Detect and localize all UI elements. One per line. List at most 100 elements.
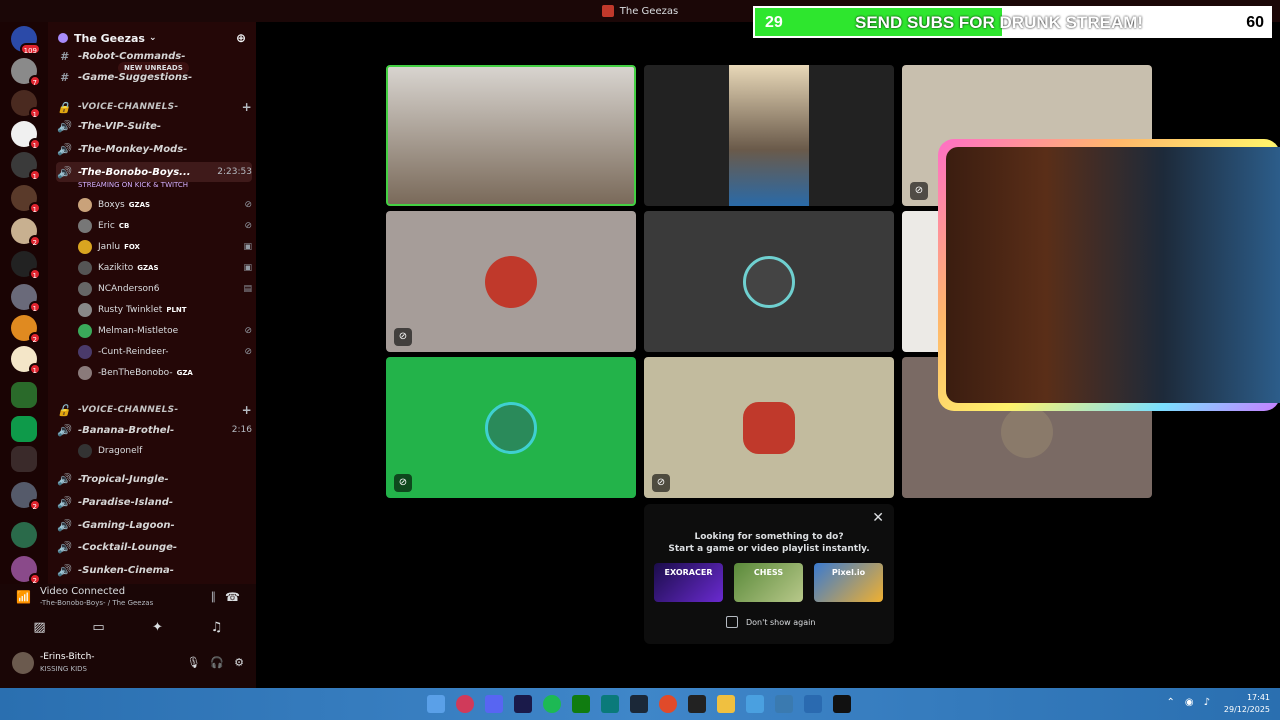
activity-card[interactable]: Pixel.io: [814, 563, 883, 602]
video-tile[interactable]: [644, 211, 894, 352]
kick-server-icon[interactable]: [11, 416, 37, 442]
voice-member[interactable]: NCAnderson6 ▤: [78, 279, 252, 299]
current-user[interactable]: -Erins-Bitch- KISSING KIDS 🎙 🎧 ⚙: [10, 648, 246, 678]
disconnect-icon[interactable]: ☎: [225, 590, 240, 604]
chevron-up-icon[interactable]: ⌃: [1166, 697, 1174, 708]
muted-icon: ⊘: [394, 474, 412, 492]
add-channel-icon[interactable]: +: [242, 100, 252, 114]
channel-name: -Robot-Commands-: [78, 50, 186, 62]
premiere-icon[interactable]: [514, 695, 532, 713]
category-voice-2[interactable]: 🔓 -VOICE-CHANNELS- +: [56, 400, 252, 420]
server-icon[interactable]: [11, 446, 37, 472]
voice-channel[interactable]: 🔊 -Paradise-Island-: [56, 492, 252, 512]
spotify-icon[interactable]: [543, 695, 561, 713]
text-channel[interactable]: # -Game-Suggestions-: [56, 67, 252, 87]
add-channel-icon[interactable]: +: [242, 403, 252, 417]
file-explorer-icon[interactable]: [717, 695, 735, 713]
invite-icon[interactable]: ⊕: [236, 31, 246, 45]
voice-member[interactable]: Kazikito GZAS ▣: [78, 258, 252, 278]
member-name: -Cunt-Reindeer-: [98, 347, 169, 357]
category-name: -VOICE-CHANNELS-: [78, 102, 179, 112]
activities-icon[interactable]: ✦: [144, 620, 172, 635]
audio-controls: 🎙 🎧 ⚙: [186, 656, 244, 669]
checkbox[interactable]: [726, 616, 738, 628]
voice-channel[interactable]: 🔊 -The-VIP-Suite-: [56, 116, 252, 136]
app-icon[interactable]: [804, 695, 822, 713]
camera-off-icon[interactable]: ▨: [26, 620, 54, 635]
activity-name: EXORACER: [664, 568, 713, 577]
voice-member[interactable]: -BenTheBonobo- GZA: [78, 363, 252, 383]
discord-icon[interactable]: [485, 695, 503, 713]
server-icon[interactable]: 1: [11, 90, 41, 119]
wifi-icon[interactable]: ◉: [1185, 697, 1194, 708]
voice-member[interactable]: Dragonelf: [78, 441, 252, 461]
dont-show-again[interactable]: Don't show again: [726, 616, 815, 628]
mic-icon[interactable]: 🎙: [186, 656, 200, 669]
server-icon[interactable]: 1: [11, 152, 41, 181]
soundboard-icon[interactable]: ♫: [203, 620, 231, 635]
epic-games-icon[interactable]: [688, 695, 706, 713]
channel-name: -Game-Suggestions-: [78, 71, 193, 83]
webcam-feed: [946, 147, 1280, 403]
voice-channel[interactable]: 🔊 -Tropical-Jungle-: [56, 469, 252, 489]
server-icon-home[interactable]: 109: [11, 26, 41, 55]
unread-badge: 1: [28, 169, 41, 181]
server-icon[interactable]: 2: [11, 556, 41, 585]
server-icon[interactable]: [11, 522, 37, 548]
xbox-icon[interactable]: [572, 695, 590, 713]
voice-actions: ▨ ▭ ✦ ♫: [10, 614, 246, 640]
server-icon[interactable]: 2: [11, 315, 41, 344]
voice-member[interactable]: Janlu FOX ▣: [78, 237, 252, 257]
server-icon[interactable]: 1: [11, 121, 41, 150]
screen-share-icon[interactable]: ▭: [85, 620, 113, 635]
voice-member[interactable]: Rusty Twinklet PLNT: [78, 300, 252, 320]
voice-member[interactable]: Boxys GZAS ⊘: [78, 195, 252, 215]
steam-icon[interactable]: [630, 695, 648, 713]
opera-icon[interactable]: [456, 695, 474, 713]
server-icon[interactable]: 1: [11, 185, 41, 214]
server-icon[interactable]: 7: [11, 58, 41, 87]
video-tile[interactable]: [386, 65, 636, 206]
voice-channel-active[interactable]: 🔊 -The-Bonobo-Boys... 2:23:53: [56, 162, 252, 182]
video-tile[interactable]: [644, 65, 894, 206]
muted-icon: ⊘: [244, 326, 252, 336]
store-icon[interactable]: [601, 695, 619, 713]
speaker-icon[interactable]: ♪: [1204, 697, 1210, 708]
voice-channel[interactable]: 🔊 -The-Monkey-Mods-: [56, 139, 252, 159]
server-icon[interactable]: [11, 382, 37, 408]
server-icon[interactable]: 1: [11, 284, 41, 313]
start-icon[interactable]: [427, 695, 445, 713]
unlock-icon: 🔓: [57, 403, 71, 417]
voice-member[interactable]: Melman-Mistletoe ⊘: [78, 321, 252, 341]
server-icon[interactable]: 2: [11, 482, 41, 511]
speaker-icon: 🔊: [57, 142, 71, 156]
server-icon[interactable]: 1: [11, 251, 41, 280]
game-launcher-icon[interactable]: [659, 695, 677, 713]
gear-icon[interactable]: ⚙: [234, 656, 244, 669]
category-voice-1[interactable]: 🔒 -VOICE-CHANNELS- +: [56, 97, 252, 117]
voice-status[interactable]: Video Connected: [40, 586, 125, 597]
close-icon[interactable]: ✕: [872, 510, 884, 526]
voice-channel[interactable]: 🔊 -Cocktail-Lounge-: [56, 537, 252, 557]
voice-channel[interactable]: 🔊 -Sunken-Cinema-: [56, 560, 252, 580]
server-icon[interactable]: 1: [11, 346, 41, 375]
headphones-icon[interactable]: 🎧: [210, 656, 224, 669]
kick-icon[interactable]: [833, 695, 851, 713]
clock[interactable]: 17:41 29/12/2025: [1224, 692, 1270, 716]
signal-icon: 📶: [16, 590, 31, 604]
app-icon[interactable]: [775, 695, 793, 713]
notepad-icon[interactable]: [746, 695, 764, 713]
video-tile[interactable]: ⊘: [386, 211, 636, 352]
activity-card[interactable]: CHESS: [734, 563, 803, 602]
voice-channel[interactable]: 🔊 -Gaming-Lagoon-: [56, 515, 252, 535]
unread-badge: 7: [28, 75, 41, 87]
noise-suppression-icon[interactable]: ∥: [211, 590, 217, 603]
video-tile[interactable]: ⊘: [386, 357, 636, 498]
voice-member[interactable]: -Cunt-Reindeer- ⊘: [78, 342, 252, 362]
activity-card[interactable]: EXORACER: [654, 563, 723, 602]
video-tile[interactable]: ⊘: [644, 357, 894, 498]
voice-location[interactable]: -The-Bonobo-Boys- / The Geezas: [40, 599, 153, 607]
voice-member[interactable]: Eric CB ⊘: [78, 216, 252, 236]
voice-channel[interactable]: 🔊 -Banana-Brothel- 2:16: [56, 420, 252, 440]
server-icon[interactable]: 2: [11, 218, 41, 247]
